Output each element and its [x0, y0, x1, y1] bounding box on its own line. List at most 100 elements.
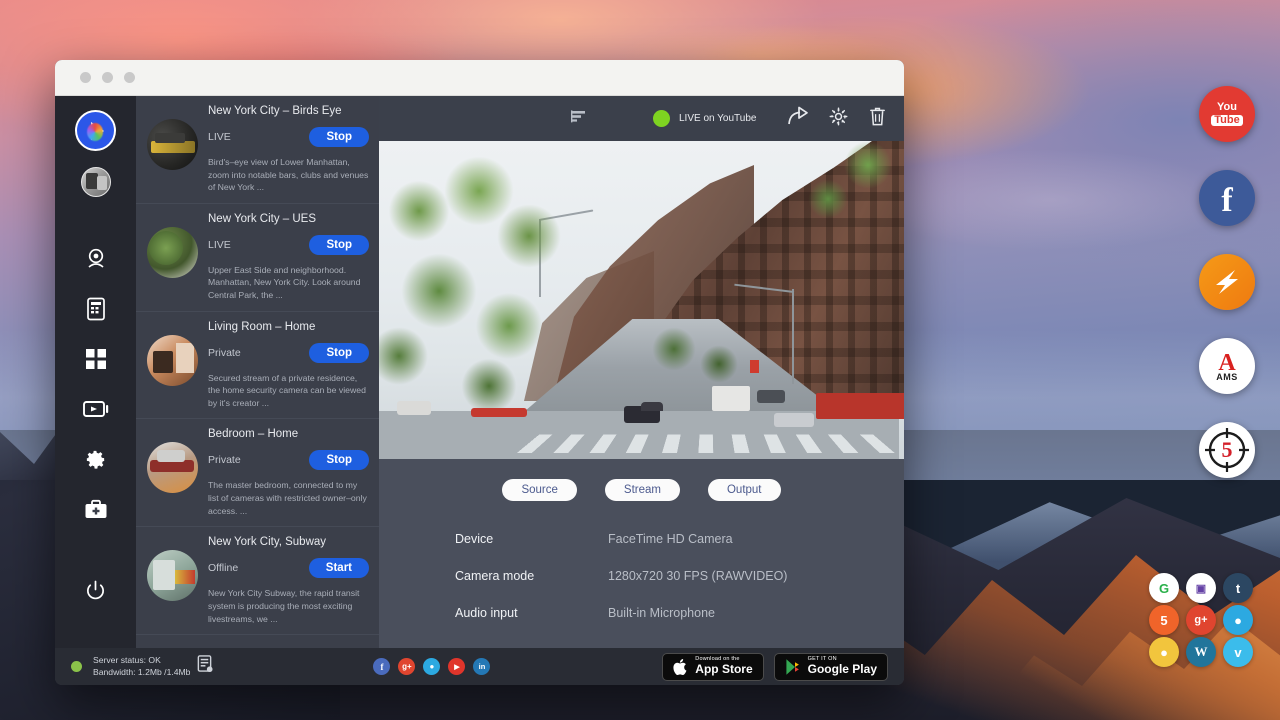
close-button[interactable] — [80, 72, 91, 83]
tumblr-icon[interactable]: t — [1223, 573, 1253, 603]
preview-tree-right — [798, 141, 904, 251]
google-play-text: GET IT ON Google Play — [808, 657, 877, 675]
vimeo-icon[interactable]: v — [1223, 637, 1253, 667]
webcam-icon — [84, 247, 108, 271]
tablet-icon — [85, 297, 107, 321]
video-preview[interactable] — [379, 141, 904, 459]
camera-list-item[interactable]: New York City – Birds Eye LIVE Stop Bird… — [136, 96, 379, 204]
lightning-glyph — [1209, 264, 1245, 300]
preview-bus — [471, 408, 527, 417]
grid-icon — [85, 348, 107, 370]
tab-output[interactable]: Output — [708, 479, 781, 501]
twitter-icon[interactable]: ● — [1223, 605, 1253, 635]
youtube-share-icon[interactable]: ▶ — [448, 658, 465, 675]
preview-truck — [712, 386, 750, 411]
desktop-shortcuts: You Tube f A AMS 5 — [1190, 86, 1264, 506]
camera-list-item[interactable]: Bedroom – Home Private Stop The master b… — [136, 419, 379, 527]
device-info: Device FaceTime HD Camera Camera mode 12… — [455, 532, 904, 643]
camera-title: New York City, Subway — [208, 536, 369, 548]
google-plus-share-icon[interactable]: g+ — [398, 658, 415, 675]
camera-thumbnail — [147, 227, 198, 278]
linkedin-share-icon[interactable]: in — [473, 658, 490, 675]
wowza-desktop-icon[interactable] — [1199, 254, 1255, 310]
gear-icon — [84, 448, 107, 471]
camera-action-button[interactable]: Stop — [309, 235, 369, 255]
info-row-device: Device FaceTime HD Camera — [455, 532, 904, 546]
share-arrow-icon — [787, 106, 809, 126]
media-player-icon — [83, 399, 109, 419]
server-status-dot — [71, 661, 82, 672]
flickr-icon[interactable]: ● — [1149, 637, 1179, 667]
preview-trees-left — [379, 151, 579, 411]
facebook-share-icon[interactable]: f — [373, 658, 390, 675]
app-store-text: Download on the App Store — [695, 657, 752, 675]
grasshopper-icon[interactable]: G — [1149, 573, 1179, 603]
wordpress-icon[interactable]: W — [1186, 637, 1216, 667]
preview-car — [397, 401, 431, 415]
camera-list[interactable]: New York City – Birds Eye LIVE Stop Bird… — [136, 96, 379, 648]
google-play-badge[interactable]: GET IT ON Google Play — [774, 653, 888, 681]
preview-car — [757, 390, 785, 403]
settings-button[interactable] — [828, 106, 849, 132]
preview-traffic-signal — [750, 360, 759, 373]
twitch-icon[interactable]: ▣ — [1186, 573, 1216, 603]
user-avatar[interactable] — [81, 167, 111, 197]
camera-status: Private — [208, 347, 241, 359]
social-share-row: f g+ ● ▶ in — [373, 658, 490, 675]
facebook-glyph: f — [1221, 184, 1232, 218]
camera-action-button[interactable]: Stop — [309, 127, 369, 147]
toolbar-actions — [787, 106, 887, 132]
rail-item-webcam[interactable] — [74, 237, 118, 281]
rail-item-dashboard[interactable] — [74, 337, 118, 381]
sort-list-icon[interactable] — [571, 108, 587, 129]
app-store-badge[interactable]: Download on the App Store — [662, 653, 763, 681]
camera-action-button[interactable]: Stop — [309, 343, 369, 363]
facebook-desktop-icon[interactable]: f — [1199, 170, 1255, 226]
minimize-button[interactable] — [102, 72, 113, 83]
preview-crosswalk — [517, 434, 901, 453]
rail-item-device[interactable] — [74, 287, 118, 331]
info-value[interactable]: Built-in Microphone — [608, 606, 715, 620]
delete-button[interactable] — [868, 106, 887, 132]
zoom-button[interactable] — [124, 72, 135, 83]
tab-stream[interactable]: Stream — [605, 479, 680, 501]
twitter-share-icon[interactable]: ● — [423, 658, 440, 675]
rail-item-toolkit[interactable] — [74, 487, 118, 531]
rainbow-accent — [87, 123, 103, 141]
camera-list-item[interactable]: Living Room – Home Private Stop Secured … — [136, 312, 379, 420]
channel-five-desktop-icon[interactable]: 5 — [1199, 422, 1255, 478]
power-icon — [85, 580, 106, 601]
camera-action-button[interactable]: Start — [309, 558, 369, 578]
google-plus-icon[interactable]: g+ — [1186, 605, 1216, 635]
info-row-camera-mode: Camera mode 1280x720 30 FPS (RAWVIDEO) — [455, 569, 904, 583]
info-value[interactable]: FaceTime HD Camera — [608, 532, 733, 546]
camera-title: New York City – Birds Eye — [208, 105, 369, 117]
app-logo[interactable] — [75, 110, 116, 151]
camera-description: Secured stream of a private residence, t… — [208, 372, 369, 410]
camera-list-item[interactable]: New York City, Subway Offline Start New … — [136, 527, 379, 635]
report-button[interactable] — [196, 655, 213, 678]
youtube-desktop-icon[interactable]: You Tube — [1199, 86, 1255, 142]
adobe-ams-desktop-icon[interactable]: A AMS — [1199, 338, 1255, 394]
share-button[interactable] — [787, 106, 809, 131]
camera-status: Offline — [208, 562, 238, 574]
camera-list-item[interactable]: New York City – UES LIVE Stop Upper East… — [136, 204, 379, 312]
camera-description: Bird's–eye view of Lower Manhattan, zoom… — [208, 156, 369, 194]
camera-description: New York City Subway, the rapid transit … — [208, 587, 369, 625]
trash-icon — [868, 106, 887, 127]
camera-action-button[interactable]: Stop — [309, 450, 369, 470]
info-value[interactable]: 1280x720 30 FPS (RAWVIDEO) — [608, 569, 787, 583]
camera-thumbnail — [147, 550, 198, 601]
smashcast-icon[interactable]: 5 — [1149, 605, 1179, 635]
camera-status: LIVE — [208, 131, 231, 143]
server-status-line: Server status: OK — [93, 655, 190, 667]
tab-source[interactable]: Source — [502, 479, 576, 501]
info-label: Device — [455, 532, 608, 546]
rail-item-power[interactable] — [74, 568, 118, 612]
store-badges: Download on the App Store GET IT ON Goog… — [662, 653, 888, 681]
play-store-icon — [785, 658, 801, 676]
rail-item-player[interactable] — [74, 387, 118, 431]
camera-title: Bedroom – Home — [208, 428, 369, 440]
rail-item-settings[interactable] — [74, 437, 118, 481]
gear-icon — [828, 106, 849, 127]
